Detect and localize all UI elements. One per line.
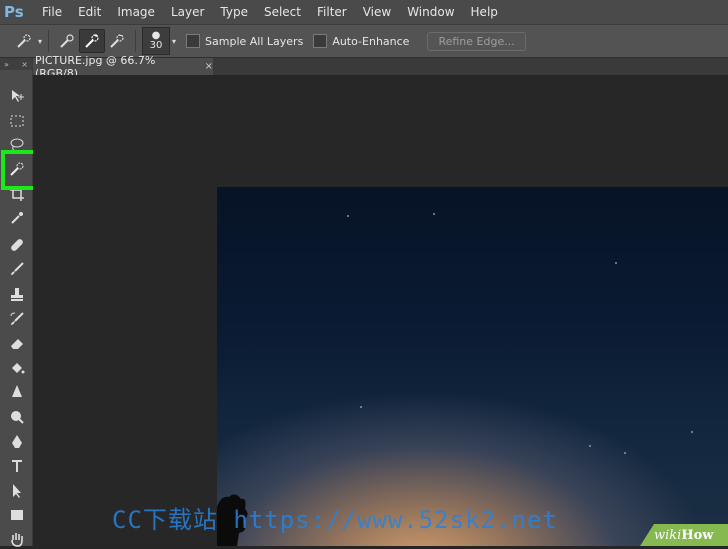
document-image[interactable] <box>217 187 728 546</box>
menu-filter[interactable]: Filter <box>317 0 347 24</box>
add-to-selection-button[interactable] <box>79 29 106 53</box>
star <box>360 406 362 408</box>
rectangle-tool-icon[interactable] <box>7 505 27 525</box>
brush-size-picker[interactable]: ● 30 <box>142 27 171 55</box>
healing-brush-tool-icon[interactable] <box>7 235 27 255</box>
sample-all-layers-checkbox[interactable] <box>186 34 201 48</box>
tools-panel-header: » × <box>0 58 32 70</box>
path-selection-tool-icon[interactable] <box>7 481 27 501</box>
menu-bar: Ps File Edit Image Layer Type Select Fil… <box>0 0 728 24</box>
new-selection-button[interactable] <box>55 30 79 52</box>
brush-new-icon <box>60 34 74 48</box>
clone-stamp-tool-icon[interactable] <box>7 285 27 305</box>
auto-enhance-checkbox[interactable] <box>313 34 328 48</box>
paint-bucket-tool-icon[interactable] <box>7 358 27 378</box>
close-tab-icon[interactable]: × <box>205 61 213 72</box>
hand-tool-icon[interactable] <box>7 529 27 549</box>
chevron-down-icon[interactable]: ▾ <box>38 37 42 46</box>
menu-window[interactable]: Window <box>407 0 454 24</box>
subtract-from-selection-button[interactable] <box>105 30 129 52</box>
photoshop-logo: Ps <box>4 3 24 21</box>
brush-subtract-icon <box>110 34 124 48</box>
quick-selection-icon <box>17 34 31 48</box>
document-tab-bar: PICTURE.jpg @ 66.7% (RGB/8) × <box>0 54 728 80</box>
history-brush-tool-icon[interactable] <box>7 309 27 329</box>
pen-tool-icon[interactable] <box>7 432 27 452</box>
watermark: CC下载站 https://www.52sk2.net <box>112 506 558 534</box>
move-tool-icon[interactable] <box>7 86 27 106</box>
menu-help[interactable]: Help <box>471 0 498 24</box>
eyedropper-tool-icon[interactable] <box>7 208 27 228</box>
star <box>589 445 591 447</box>
close-panel-icon[interactable]: × <box>21 60 28 69</box>
star <box>624 452 626 454</box>
menu-select[interactable]: Select <box>264 0 301 24</box>
star <box>433 213 435 215</box>
refine-edge-button[interactable]: Refine Edge... <box>427 31 526 51</box>
brush-add-icon <box>85 34 99 48</box>
menu-image[interactable]: Image <box>117 0 155 24</box>
marquee-tool-icon[interactable] <box>7 111 27 131</box>
menu-layer[interactable]: Layer <box>171 0 204 24</box>
wikihow-badge: wiki How <box>640 524 728 546</box>
menu-view[interactable]: View <box>363 0 391 24</box>
star <box>691 431 693 433</box>
tools-panel: » × <box>0 58 33 549</box>
sample-all-layers-label: Sample All Layers <box>205 34 304 48</box>
menu-edit[interactable]: Edit <box>78 0 101 24</box>
menu-type[interactable]: Type <box>220 0 248 24</box>
brush-dropdown-icon[interactable]: ▾ <box>172 37 176 46</box>
type-tool-icon[interactable] <box>7 456 27 476</box>
dodge-tool-icon[interactable] <box>7 407 27 427</box>
brush-size-value: 30 <box>149 40 163 51</box>
star <box>615 262 617 264</box>
auto-enhance-label: Auto-Enhance <box>332 34 410 48</box>
brush-tool-icon[interactable] <box>7 259 27 279</box>
wikihow-how: How <box>681 527 714 543</box>
wikihow-wiki: wiki <box>654 527 682 543</box>
document-tab[interactable]: PICTURE.jpg @ 66.7% (RGB/8) × <box>33 54 213 80</box>
menu-file[interactable]: File <box>42 0 62 24</box>
collapse-panel-icon[interactable]: » <box>4 60 9 69</box>
star <box>347 215 349 217</box>
tool-preset-picker[interactable] <box>12 30 36 52</box>
blur-tool-icon[interactable] <box>7 382 27 402</box>
eraser-tool-icon[interactable] <box>7 333 27 353</box>
